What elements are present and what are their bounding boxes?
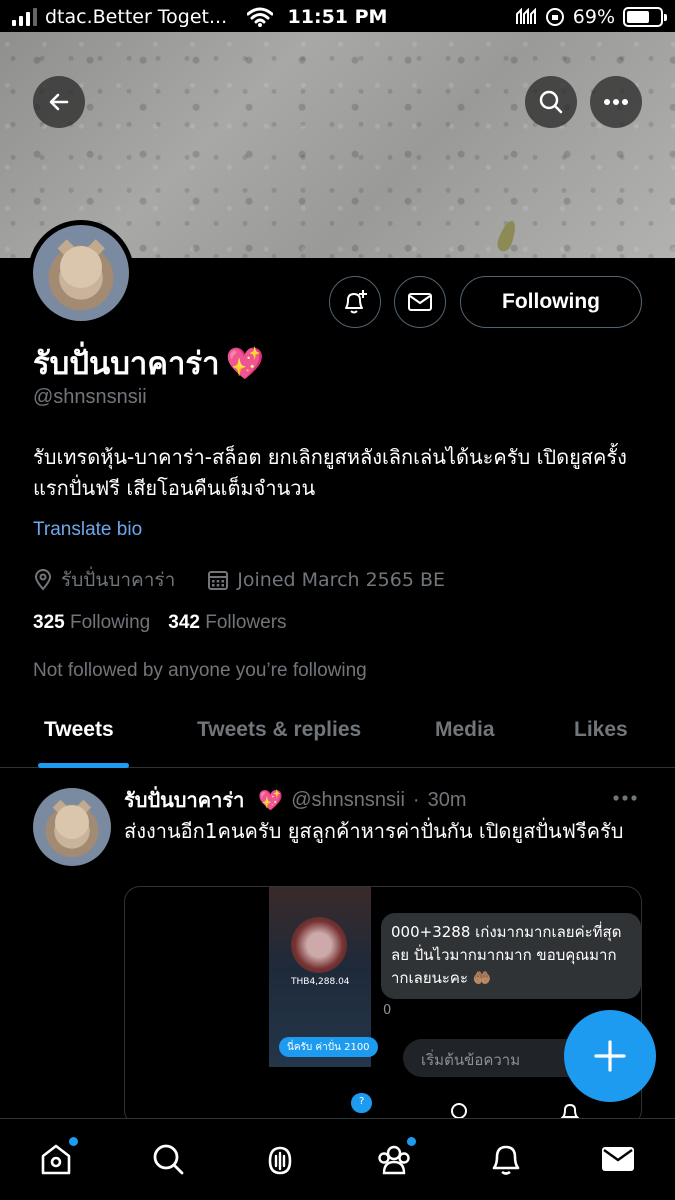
tweet-timestamp[interactable]: 30m: [428, 789, 467, 812]
nav-home[interactable]: [36, 1137, 78, 1179]
communities-icon: [378, 1145, 410, 1175]
bell-plus-icon: [345, 290, 367, 314]
tweet-author-name[interactable]: รับปั่นบาคาร่า: [124, 784, 244, 816]
tweet-separator: ·: [412, 788, 420, 811]
followers-count: 342: [168, 612, 200, 633]
media-chat-bubble: 000+3288 เก่งมากมากเลยค่ะที่สุด ลย ปั่นไ…: [381, 913, 641, 999]
search-button[interactable]: [525, 76, 577, 128]
message-button[interactable]: [394, 276, 446, 328]
tab-tweets[interactable]: Tweets: [44, 718, 114, 742]
followers-count-link[interactable]: 342 Followers: [168, 612, 286, 634]
profile-location: รับปั่นบาคาร่า: [61, 569, 176, 591]
not-followed-note: Not followed by anyone you’re following: [33, 660, 367, 681]
compose-tweet-button[interactable]: [564, 1010, 656, 1102]
profile-tabs: Tweets Tweets & replies Media Likes: [0, 700, 675, 768]
following-label: Following: [69, 612, 151, 633]
nav-home-badge: [69, 1137, 78, 1146]
search-icon: [539, 90, 563, 114]
nav-notifications[interactable]: [486, 1139, 526, 1179]
envelope-icon: [408, 293, 432, 311]
more-button[interactable]: [590, 76, 642, 128]
more-horizontal-icon: [613, 795, 637, 801]
nav-communities[interactable]: [374, 1137, 416, 1179]
nav-messages[interactable]: [598, 1139, 638, 1179]
translate-bio-link[interactable]: Translate bio: [33, 519, 142, 541]
avatar-image: [33, 225, 129, 321]
following-button[interactable]: Following: [460, 276, 642, 328]
following-count: 325: [33, 612, 65, 633]
notify-button[interactable]: [329, 276, 381, 328]
profile-avatar[interactable]: [28, 220, 134, 326]
media-phone-bubble-short: ?: [351, 1093, 373, 1113]
orientation-lock-icon: [545, 8, 564, 26]
tab-likes[interactable]: Likes: [574, 718, 628, 742]
tab-tweets-replies[interactable]: Tweets & replies: [197, 718, 361, 742]
status-bar: dtac.Better Toget... 11:51 PM 69%: [0, 0, 675, 34]
following-count-link[interactable]: 325 Following: [33, 612, 150, 634]
location-pin-icon: [34, 569, 52, 591]
profile-display-name: รับปั่นบาคาร่า 💖: [33, 338, 264, 388]
followers-label: Followers: [205, 612, 287, 633]
more-horizontal-icon: [604, 99, 628, 105]
back-button[interactable]: [33, 76, 85, 128]
messages-icon: [602, 1147, 634, 1171]
profile-handle: @shnsnsnsii: [33, 386, 147, 408]
plus-icon: [594, 1040, 626, 1072]
tweet-avatar[interactable]: [33, 788, 111, 866]
tweet-more-button[interactable]: [612, 783, 638, 808]
media-phone-screenshot: THB4,288.04 นี่ครับ ค่าปั่น 2100: [269, 887, 378, 1067]
media-phone-balance: THB4,288.04: [291, 977, 350, 987]
vpn-icon: [515, 8, 536, 24]
nav-communities-badge: [407, 1137, 416, 1146]
bottom-navigation: [0, 1118, 675, 1200]
calendar-icon: [208, 571, 229, 590]
tweet-media[interactable]: THB4,288.04 นี่ครับ ค่าปั่น 2100 ? 000+3…: [124, 886, 642, 1126]
battery-percent: 69%: [572, 6, 615, 28]
profile-bio: รับเทรดหุ้น-บาคาร่า-สล็อต ยกเลิกยูสหลังเ…: [33, 445, 627, 500]
profile-joined: Joined March 2565 BE: [237, 569, 446, 591]
status-right: 69%: [515, 6, 667, 28]
home-icon: [41, 1144, 71, 1175]
profile-meta: รับปั่นบาคาร่า Joined March 2565 BE: [33, 565, 445, 595]
display-name-text: รับปั่นบาคาร่า: [33, 346, 220, 382]
media-phone-avatar: [291, 917, 347, 973]
media-chat-extra: 0: [383, 1003, 392, 1018]
arrow-left-icon: [49, 93, 69, 111]
active-tab-indicator: [38, 763, 129, 768]
tweet-header: รับปั่นบาคาร่า 💖 @shnsnsnsii · 30m: [124, 784, 466, 816]
nav-search[interactable]: [148, 1139, 188, 1179]
sparkling-heart-emoji: 💖: [225, 346, 265, 382]
media-phone-bubble: นี่ครับ ค่าปั่น 2100: [279, 1037, 378, 1057]
notifications-icon: [492, 1145, 520, 1175]
tweet-text: ส่งงานอีก1คนครับ ยูสลูกค้าหารค่าปั่นกัน …: [124, 819, 624, 843]
tweet-author-handle: @shnsnsnsii: [291, 788, 405, 811]
battery-icon: [623, 7, 667, 27]
search-icon: [153, 1144, 184, 1175]
tab-media[interactable]: Media: [435, 718, 495, 742]
sparkling-heart-emoji: 💖: [258, 788, 284, 812]
banner-leaf: [494, 218, 520, 254]
nav-spaces[interactable]: [260, 1139, 300, 1179]
follow-counts: 325 Following 342 Followers: [33, 612, 287, 634]
spaces-icon: [268, 1146, 292, 1175]
